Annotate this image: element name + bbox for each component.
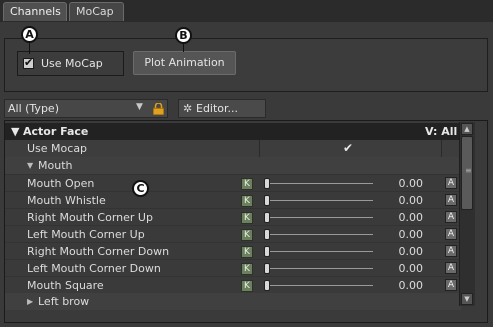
param-value[interactable]: 0.00 (377, 260, 424, 277)
param-label: Mouth Square (27, 279, 104, 292)
slider-handle[interactable] (264, 280, 270, 291)
param-value[interactable]: 0.00 (377, 243, 424, 260)
animate-button[interactable]: A (445, 262, 457, 274)
gear-icon: ✲ (183, 102, 193, 115)
param-row: Left Mouth Corner Down K 0.00 A (5, 259, 461, 276)
slider-track[interactable] (269, 217, 373, 218)
use-mocap-checkbox[interactable]: ✔ Use MoCap (17, 51, 124, 76)
scroll-up-icon[interactable]: ▲ (461, 123, 473, 135)
left-brow-group-row[interactable]: ▶ Left brow (5, 293, 461, 310)
param-row: Mouth Square K 0.00 A (5, 276, 461, 293)
tab-bar: Channels MoCap (0, 0, 493, 22)
slider-track[interactable] (269, 234, 373, 235)
slider-handle[interactable] (264, 195, 270, 206)
key-button[interactable]: K (241, 263, 253, 275)
type-filter-value: All (Type) (8, 102, 59, 115)
grid-scrollbar[interactable]: ▲ ≡ ▼ (459, 122, 475, 306)
callout-b: B (175, 27, 192, 44)
param-row: Mouth Open K 0.00 A (5, 174, 461, 191)
plot-animation-button[interactable]: Plot Animation (133, 51, 236, 75)
lock-icon[interactable] (153, 103, 164, 115)
key-button[interactable]: K (241, 195, 253, 207)
mouth-group-label: Mouth (38, 159, 73, 172)
scroll-down-icon[interactable]: ▼ (461, 293, 473, 305)
tab-channels[interactable]: Channels (3, 2, 67, 21)
channels-grid: ▼ Actor Face V: All Use Mocap ✔ ▼ Mouth … (4, 120, 488, 323)
type-filter-dropdown[interactable]: All (Type) ▼ (4, 99, 168, 118)
param-label: Right Mouth Corner Up (27, 211, 153, 224)
editor-label: Editor... (196, 102, 239, 115)
param-row: Right Mouth Corner Down K 0.00 A (5, 242, 461, 259)
triangle-right-icon: ▶ (27, 297, 34, 306)
grip-icon: ≡ (465, 166, 472, 175)
callout-a-leader (29, 42, 30, 54)
visibility-all-label: V: All (425, 125, 458, 138)
use-mocap-row-label: Use Mocap (27, 142, 88, 155)
left-brow-group-label: Left brow (38, 295, 90, 308)
param-label: Left Mouth Corner Up (27, 228, 145, 241)
check-icon: ✔ (24, 56, 34, 69)
triangle-down-icon: ▼ (11, 125, 20, 138)
animate-button[interactable]: A (445, 177, 457, 189)
mouth-group-row[interactable]: ▼ Mouth (5, 157, 461, 174)
animate-button[interactable]: A (445, 228, 457, 240)
scroll-thumb[interactable]: ≡ (461, 136, 473, 210)
callout-b-leader (183, 43, 184, 52)
param-value[interactable]: 0.00 (377, 209, 424, 226)
param-label: Mouth Open (27, 177, 95, 190)
animate-button[interactable]: A (445, 194, 457, 206)
param-value[interactable]: 0.00 (377, 226, 424, 243)
checkbox-box[interactable]: ✔ (23, 56, 34, 69)
param-row: Right Mouth Corner Up K 0.00 A (5, 208, 461, 225)
slider-handle[interactable] (264, 229, 270, 240)
triangle-down-icon: ▼ (27, 161, 34, 170)
animate-button[interactable]: A (445, 245, 457, 257)
key-button[interactable]: K (241, 246, 253, 258)
param-label: Left Mouth Corner Down (27, 262, 161, 275)
param-value[interactable]: 0.00 (377, 175, 424, 192)
key-button[interactable]: K (241, 212, 253, 224)
callout-a: A (21, 26, 38, 43)
slider-handle[interactable] (264, 263, 270, 274)
actor-face-label: Actor Face (23, 125, 89, 138)
param-row: Mouth Whistle K 0.00 A (5, 191, 461, 208)
use-mocap-row: Use Mocap ✔ (5, 140, 461, 157)
tab-mocap[interactable]: MoCap (69, 2, 124, 21)
actor-face-header[interactable]: ▼ Actor Face V: All (5, 123, 461, 140)
param-value[interactable]: 0.00 (377, 192, 424, 209)
slider-handle[interactable] (264, 246, 270, 257)
use-mocap-label: Use MoCap (41, 57, 103, 70)
slider-track[interactable] (269, 251, 373, 252)
editor-button[interactable]: ✲ Editor... (178, 99, 266, 118)
param-label: Mouth Whistle (27, 194, 106, 207)
key-button[interactable]: K (241, 280, 253, 292)
animate-button[interactable]: A (445, 279, 457, 291)
param-label: Right Mouth Corner Down (27, 245, 170, 258)
column-divider (441, 140, 442, 157)
animate-button[interactable]: A (445, 211, 457, 223)
param-row: Left Mouth Corner Up K 0.00 A (5, 225, 461, 242)
key-button[interactable]: K (241, 229, 253, 241)
callout-c: C (132, 180, 149, 197)
chevron-down-icon: ▼ (136, 102, 143, 112)
slider-handle[interactable] (264, 212, 270, 223)
key-button[interactable]: K (241, 178, 253, 190)
slider-track[interactable] (269, 183, 373, 184)
slider-handle[interactable] (264, 178, 270, 189)
param-value[interactable]: 0.00 (377, 277, 424, 294)
slider-track[interactable] (269, 268, 373, 269)
slider-track[interactable] (269, 285, 373, 286)
column-divider (259, 140, 260, 157)
slider-track[interactable] (269, 200, 373, 201)
check-icon[interactable]: ✔ (343, 140, 353, 157)
